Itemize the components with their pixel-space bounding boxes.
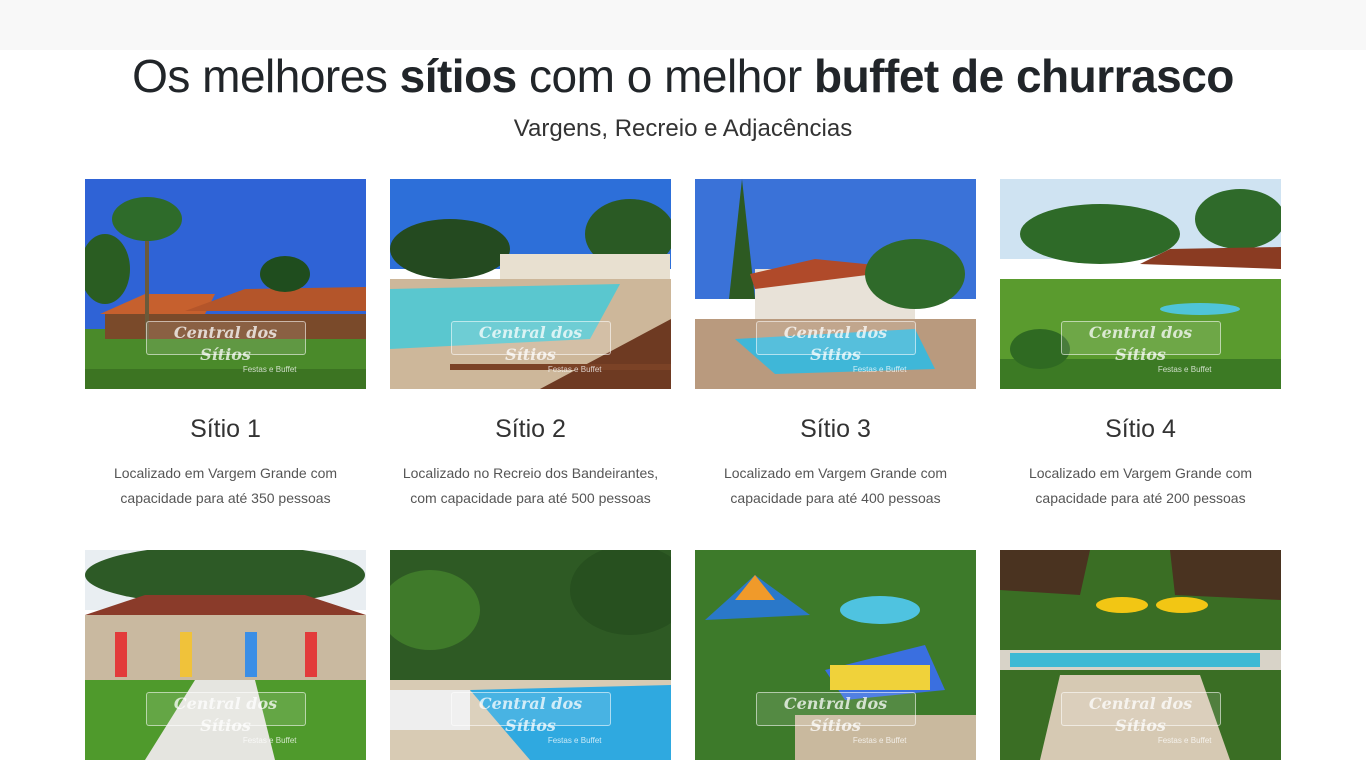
venue-photo-sitio-3[interactable]: Central dos Sítios Festas e Buffet — [695, 179, 976, 389]
venue-title: Sítio 2 — [495, 415, 566, 443]
venue-photo-sitio-7[interactable]: Central dos Sítios Festas e Buffet — [695, 550, 976, 760]
watermark-logo: Central dos Sítios Festas e Buffet — [755, 321, 916, 374]
venue-card-sitio-8: Central dos Sítios Festas e Buffet — [1000, 550, 1281, 760]
venue-card-sitio-7: Central dos Sítios Festas e Buffet — [695, 550, 976, 760]
venue-card-sitio-3: Central dos Sítios Festas e Buffet Sítio … — [695, 179, 976, 511]
venue-card-sitio-6: Central dos Sítios Festas e Buffet — [390, 550, 671, 760]
venue-description: Localizado em Vargem Grande com capacida… — [723, 465, 948, 506]
venue-description: Localizado em Vargem Grande com capacida… — [113, 465, 338, 506]
venue-card-sitio-4: Central dos Sítios Festas e Buffet Sítio … — [1000, 179, 1281, 511]
page-subtitle: Vargens, Recreio e Adjacências — [513, 115, 853, 142]
venue-title: Sítio 1 — [190, 415, 261, 443]
venue-photo-sitio-1[interactable]: Central dos Sítios Festas e Buffet — [85, 179, 366, 389]
watermark-logo: Central dos Sítios Festas e Buffet — [1060, 321, 1221, 374]
venue-card-sitio-1: Central dos Sítios Festas e Buffet Sítio … — [85, 179, 366, 511]
watermark-logo: Central dos Sítios Festas e Buffet — [145, 321, 306, 374]
watermark-logo: Central dos Sítios Festas e Buffet — [450, 321, 611, 374]
venue-description: Localizado em Vargem Grande com capacida… — [1028, 465, 1253, 506]
venue-title: Sítio 3 — [800, 415, 871, 443]
venue-card-sitio-2: Central dos Sítios Festas e Buffet Sítio … — [390, 179, 671, 511]
venue-photo-sitio-6[interactable]: Central dos Sítios Festas e Buffet — [390, 550, 671, 760]
venue-card-sitio-5: Central dos Sítios Festas e Buffet — [85, 550, 366, 760]
venue-photo-sitio-8[interactable]: Central dos Sítios Festas e Buffet — [1000, 550, 1281, 760]
watermark-logo: Central dos Sítios Festas e Buffet — [755, 692, 916, 745]
watermark-logo: Central dos Sítios Festas e Buffet — [145, 692, 306, 745]
watermark-logo: Central dos Sítios Festas e Buffet — [1060, 692, 1221, 745]
venue-title: Sítio 4 — [1105, 415, 1176, 443]
venue-photo-sitio-5[interactable]: Central dos Sítios Festas e Buffet — [85, 550, 366, 760]
page-title: Os melhores sítios com o melhor buffet d… — [132, 50, 1234, 102]
top-navbar — [0, 0, 1366, 50]
venue-photo-sitio-4[interactable]: Central dos Sítios Festas e Buffet — [1000, 179, 1281, 389]
venue-description: Localizado no Recreio dos Bandeirantes, … — [402, 465, 659, 506]
venue-photo-sitio-2[interactable]: Central dos Sítios Festas e Buffet — [390, 179, 671, 389]
watermark-logo: Central dos Sítios Festas e Buffet — [450, 692, 611, 745]
